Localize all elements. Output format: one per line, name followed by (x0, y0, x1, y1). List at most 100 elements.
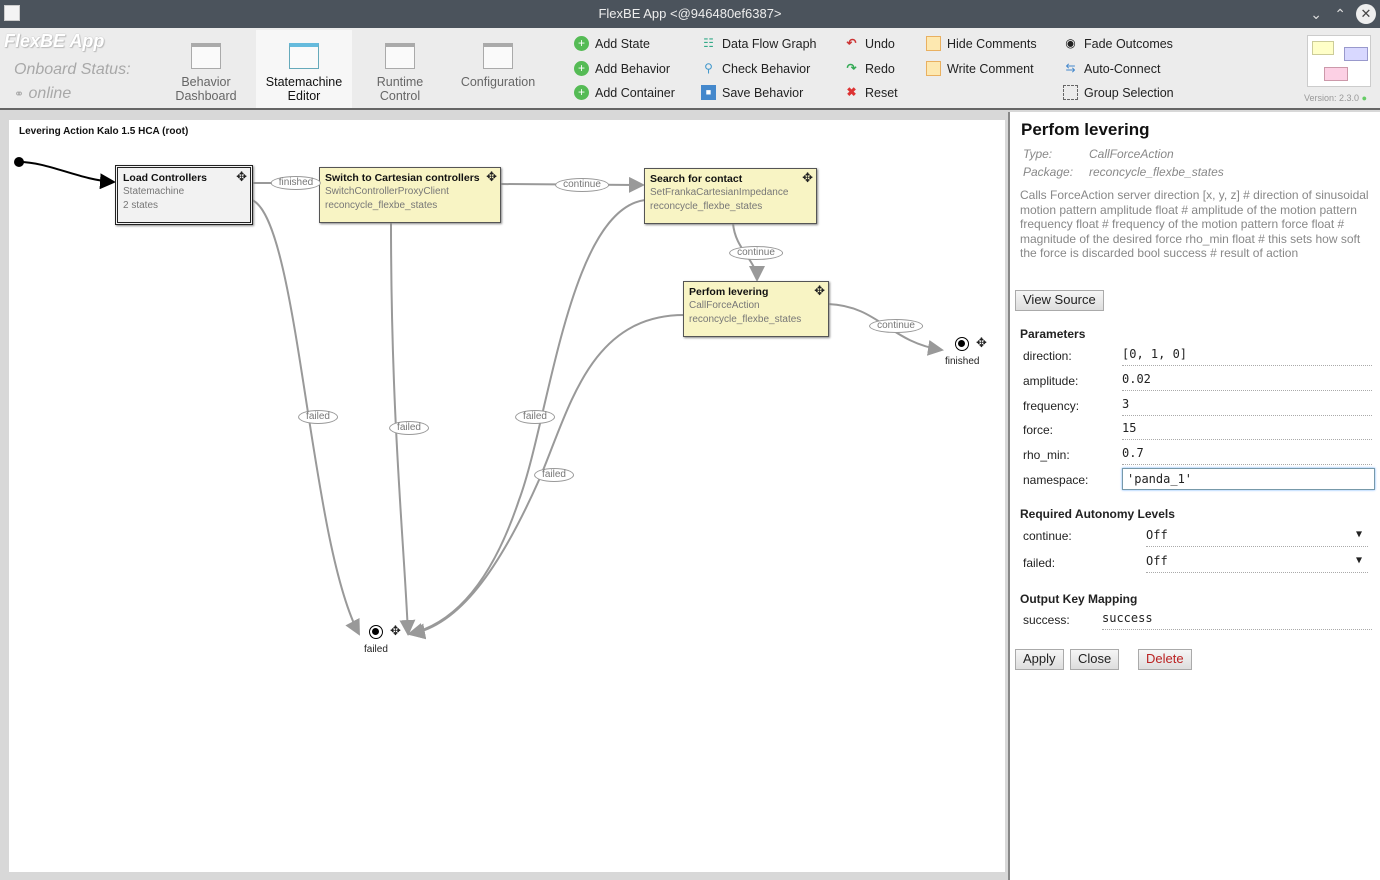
add-state-button[interactable]: + Add State (574, 35, 650, 53)
parameters-heading: Parameters (1020, 327, 1086, 341)
maximize-icon[interactable]: ⌃ (1334, 0, 1346, 28)
move-icon[interactable]: ✥ (802, 171, 813, 184)
fade-outcomes-toggle[interactable]: ◉ Fade Outcomes (1063, 35, 1173, 53)
radio-icon: ◉ (1065, 36, 1076, 50)
tab-runtime-control[interactable]: Runtime Control (352, 30, 448, 108)
minimize-icon[interactable]: ⌄ (1310, 0, 1322, 28)
parameter-field-namespace[interactable]: 'panda_1' (1122, 468, 1375, 490)
plus-icon: + (574, 61, 589, 76)
transition-label[interactable]: finished (270, 176, 322, 190)
add-container-button[interactable]: + Add Container (574, 84, 675, 102)
reset-button[interactable]: ✖ Reset (844, 84, 897, 102)
write-comment-button[interactable]: Write Comment (926, 60, 1034, 78)
autonomy-heading: Required Autonomy Levels (1020, 507, 1175, 521)
move-icon[interactable]: ✥ (486, 170, 497, 183)
transition-label[interactable]: continue (869, 319, 923, 333)
toolbar: FlexBE App Onboard Status: ⚭ online Beha… (0, 28, 1380, 110)
tab-statemachine-editor[interactable]: Statemachine Editor (256, 30, 352, 108)
group-selection-button[interactable]: Group Selection (1063, 84, 1174, 102)
check-behavior-button[interactable]: ⚲ Check Behavior (701, 60, 810, 78)
outcome-failed[interactable] (369, 625, 383, 639)
auto-connect-button[interactable]: ⇆ Auto-Connect (1063, 60, 1160, 78)
parameter-label: namespace: (1023, 473, 1089, 487)
behavior-preview[interactable] (1307, 35, 1371, 87)
output-heading: Output Key Mapping (1020, 592, 1138, 606)
outcome-finished[interactable] (955, 337, 969, 351)
state-load-controllers[interactable]: Load Controllers Statemachine 2 states ✥ (115, 165, 253, 225)
state-switch-cartesian[interactable]: Switch to Cartesian controllers SwitchCon… (319, 167, 501, 223)
data-flow-graph-button[interactable]: ☷ Data Flow Graph (701, 35, 816, 53)
add-behavior-button[interactable]: + Add Behavior (574, 60, 670, 78)
autonomy-label: failed: (1023, 556, 1056, 570)
parameter-label: force: (1023, 423, 1054, 438)
move-icon[interactable]: ✥ (390, 623, 401, 639)
magnifier-icon: ⚲ (704, 61, 713, 75)
transition-label[interactable]: continue (555, 178, 609, 192)
tab-configuration[interactable]: Configuration (450, 30, 546, 108)
floppy-icon: ■ (701, 85, 716, 100)
parameter-field-frequency[interactable]: 3 (1122, 394, 1372, 416)
parameter-label: rho_min: (1023, 448, 1070, 463)
onboard-status: ⚭ online (14, 85, 71, 103)
close-icon[interactable]: ✕ (1356, 4, 1376, 24)
transition-label[interactable]: failed (389, 421, 429, 435)
note-add-icon (926, 61, 941, 76)
redo-icon: ↷ (846, 61, 857, 75)
apply-button[interactable]: Apply (1015, 649, 1064, 670)
tab-label: Configuration (460, 75, 536, 89)
editor-icon (289, 43, 319, 69)
hierarchy-icon: ☷ (703, 36, 714, 50)
autonomy-select-continue[interactable]: Off ▼ (1146, 525, 1368, 547)
move-icon[interactable]: ✥ (814, 284, 825, 297)
gear-icon (483, 43, 513, 69)
onboard-status-label: Onboard Status: (14, 61, 131, 78)
connect-icon: ⇆ (1065, 61, 1076, 75)
transition-label[interactable]: failed (534, 468, 574, 482)
parameter-label: direction: (1023, 349, 1072, 363)
tab-label: Runtime (376, 75, 424, 89)
delete-button[interactable]: Delete (1138, 649, 1192, 670)
transition-label[interactable]: continue (729, 246, 783, 260)
state-package: Package: reconcycle_flexbe_states (1023, 165, 1224, 179)
state-description: Calls ForceAction server direction [x, y… (1020, 188, 1369, 260)
version-label: Version: 2.3.0 ● (1304, 93, 1367, 103)
move-icon[interactable]: ✥ (976, 335, 987, 351)
outcome-label: failed (364, 644, 388, 655)
parameter-field-amplitude[interactable]: 0.02 (1122, 369, 1372, 391)
dropdown-arrow-icon: ▼ (1355, 555, 1362, 566)
undo-button[interactable]: ↶ Undo (844, 35, 894, 53)
autonomy-select-failed[interactable]: Off ▼ (1146, 551, 1368, 573)
state-type: Type: CallForceAction (1023, 147, 1174, 161)
parameter-field-rho_min[interactable]: 0.7 (1122, 443, 1372, 466)
redo-button[interactable]: ↷ Redo (844, 60, 894, 78)
parameter-field-force[interactable]: 15 (1122, 418, 1372, 441)
dropdown-arrow-icon: ▼ (1355, 529, 1362, 540)
transition-label[interactable]: failed (515, 410, 555, 424)
dashboard-icon (191, 43, 221, 69)
x-icon: ✖ (846, 85, 857, 99)
status-dot-icon: ● (1361, 93, 1367, 103)
state-perfom-levering[interactable]: Perfom levering CallForceAction reconcycle… (683, 281, 829, 337)
initial-transition (18, 161, 116, 190)
autonomy-label: continue: (1023, 529, 1072, 543)
parameter-field-direction[interactable]: [0, 1, 0] (1122, 344, 1372, 366)
app-icon (4, 5, 20, 21)
tab-behavior-dashboard[interactable]: Behavior Dashboard (158, 30, 254, 108)
parameter-label: amplitude: (1023, 373, 1079, 388)
window-title: FlexBE App <@946480ef6387> (598, 6, 782, 21)
undo-icon: ↶ (846, 36, 857, 50)
hide-comments-button[interactable]: Hide Comments (926, 35, 1037, 53)
move-icon[interactable]: ✥ (236, 170, 247, 183)
state-title: Perfom levering (1021, 120, 1150, 139)
statemachine-canvas[interactable]: Levering Action Kalo 1.5 HCA (root) Load… (9, 120, 1005, 872)
tab-label: Behavior (181, 75, 231, 89)
tab-label: Statemachine (265, 75, 343, 89)
close-button[interactable]: Close (1070, 649, 1120, 670)
transition-label[interactable]: failed (298, 410, 338, 424)
state-search-for-contact[interactable]: Search for contact SetFrankaCartesianImpe… (644, 168, 817, 224)
state-properties-panel: Perfom levering Type: CallForceAction Pac… (1008, 112, 1380, 880)
note-icon (926, 36, 941, 51)
view-source-button[interactable]: View Source (1015, 290, 1104, 311)
save-behavior-button[interactable]: ■ Save Behavior (701, 84, 803, 102)
output-field-success[interactable]: success (1102, 608, 1372, 630)
